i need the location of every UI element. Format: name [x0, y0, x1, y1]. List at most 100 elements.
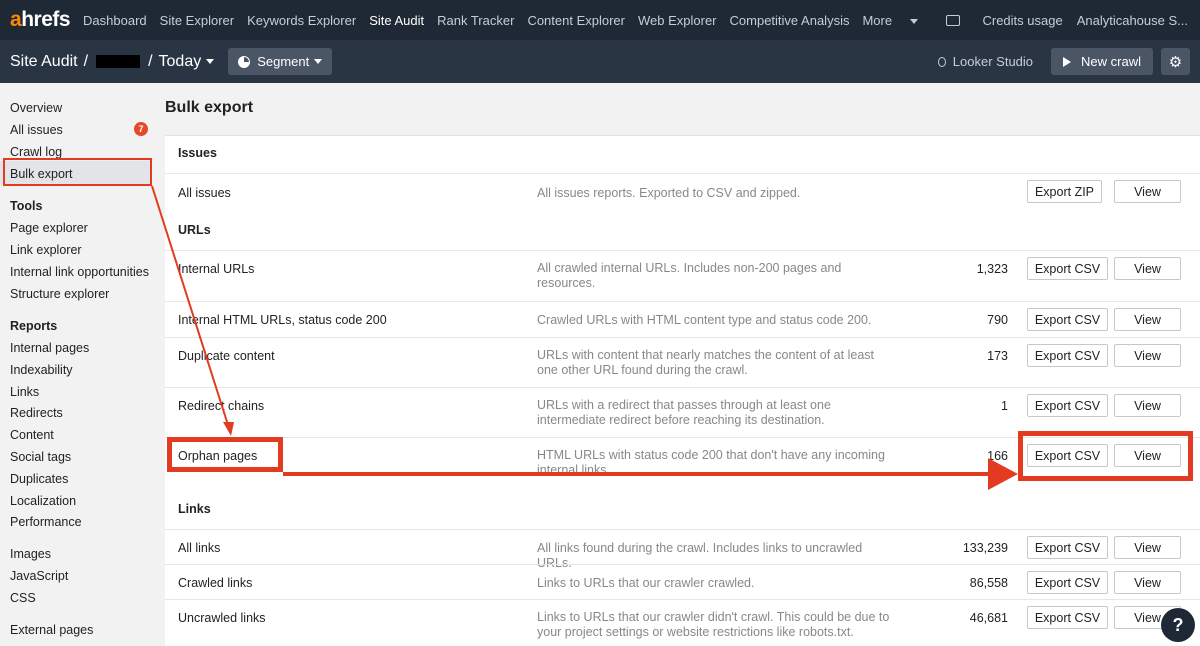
nav-rank-tracker[interactable]: Rank Tracker — [437, 13, 514, 28]
nav-more-label: More — [862, 12, 893, 28]
looker-studio-link[interactable]: Looker Studio — [937, 54, 1034, 69]
sidebar-item-internal-pages[interactable]: Internal pages — [10, 341, 89, 355]
nav-right: Credits usage Analyticahouse S... — [946, 0, 1188, 40]
row-description: All issues reports. Exported to CSV and … — [537, 186, 801, 200]
sidebar-item-social-tags[interactable]: Social tags — [10, 450, 71, 464]
sidebar-item-structure-explorer[interactable]: Structure explorer — [10, 287, 109, 301]
sidebar-item-page-explorer[interactable]: Page explorer — [10, 221, 88, 235]
date-label: Today — [158, 52, 202, 70]
export-csv-button[interactable]: Export CSV — [1027, 257, 1108, 280]
gear-icon[interactable]: ⚙ — [1161, 48, 1190, 75]
export-csv-button[interactable]: Export CSV — [1027, 571, 1108, 594]
table-row: Uncrawled links Links to URLs that our c… — [165, 599, 1200, 646]
segment-button[interactable]: Segment — [228, 48, 333, 75]
date-selector[interactable]: Today — [159, 53, 215, 71]
segment-label: Segment — [257, 54, 310, 69]
view-button[interactable]: View — [1114, 180, 1181, 203]
sidebar-item-overview[interactable]: Overview — [10, 101, 62, 115]
row-description: All crawled internal URLs. Includes non-… — [537, 261, 842, 290]
play-icon — [1063, 56, 1072, 67]
nav-site-audit[interactable]: Site Audit — [369, 13, 424, 28]
table-row: Crawled links Links to URLs that our cra… — [165, 564, 1200, 599]
redacted-project-name[interactable] — [96, 55, 141, 68]
section-title-issues: Issues — [178, 146, 217, 160]
row-name: Internal HTML URLs, status code 200 — [178, 313, 387, 327]
nav-dashboard[interactable]: Dashboard — [83, 13, 147, 28]
credits-usage-link[interactable]: Credits usage — [982, 13, 1062, 28]
sidebar-item-images[interactable]: Images — [10, 547, 51, 561]
sidebar-item-content[interactable]: Content — [10, 428, 54, 442]
new-crawl-button[interactable]: New crawl — [1051, 48, 1153, 75]
row-count: 1 — [1001, 399, 1008, 413]
view-button[interactable]: View — [1114, 394, 1181, 417]
view-button[interactable]: View — [1114, 308, 1181, 331]
export-csv-button[interactable]: Export CSV — [1027, 606, 1108, 629]
row-description: Links to URLs that our crawler crawled. — [537, 576, 755, 590]
sidebar-item-internal-link-opportunities[interactable]: Internal link opportunities — [10, 265, 149, 279]
sidebar-item-css[interactable]: CSS — [10, 591, 36, 605]
row-count: 1,323 — [976, 262, 1008, 276]
ahrefs-logo[interactable]: a hrefs — [10, 8, 71, 32]
row-count: 166 — [987, 449, 1008, 463]
pie-icon — [238, 55, 251, 68]
breadcrumb-separator: / — [83, 52, 89, 70]
sidebar-item-crawl-log[interactable]: Crawl log — [10, 145, 62, 159]
sidebar-item-all-issues[interactable]: All issues — [10, 123, 63, 137]
row-name: Uncrawled links — [178, 611, 266, 625]
annotation-box-bulk-export — [3, 158, 152, 186]
sub-header: Site Audit / / Today Segment Looker Stud… — [0, 40, 1200, 83]
nav-content-explorer[interactable]: Content Explorer — [527, 13, 625, 28]
nav-more[interactable]: More — [862, 12, 919, 28]
export-csv-button[interactable]: Export CSV — [1027, 344, 1108, 367]
view-button[interactable]: View — [1114, 536, 1181, 559]
account-menu[interactable]: Analyticahouse S... — [1077, 13, 1188, 28]
sidebar-item-links[interactable]: Links — [10, 385, 39, 399]
sidebar-item-link-explorer[interactable]: Link explorer — [10, 243, 82, 257]
export-csv-button[interactable]: Export CSV — [1027, 394, 1108, 417]
row-count: 46,681 — [969, 611, 1008, 625]
row-name: Redirect chains — [178, 399, 265, 413]
screen-icon[interactable] — [946, 14, 961, 26]
sidebar-item-localization[interactable]: Localization — [10, 494, 76, 508]
row-count: 133,239 — [962, 541, 1008, 555]
view-button[interactable]: View — [1114, 571, 1181, 594]
section-title-urls: URLs — [178, 223, 211, 237]
main-nav: Dashboard Site Explorer Keywords Explore… — [83, 13, 931, 28]
sidebar-item-indexability[interactable]: Indexability — [10, 363, 73, 377]
row-description: URLs with content that nearly matches th… — [537, 348, 874, 377]
export-csv-button[interactable]: Export CSV — [1027, 536, 1108, 559]
help-icon[interactable]: ? — [1161, 608, 1195, 642]
page-title: Bulk export — [165, 99, 254, 116]
row-name: Crawled links — [178, 576, 253, 590]
nav-site-explorer[interactable]: Site Explorer — [160, 13, 234, 28]
table-row: Duplicate content URLs with content that… — [165, 337, 1200, 387]
breadcrumb-tool[interactable]: Site Audit — [10, 53, 78, 71]
row-count: 173 — [987, 349, 1008, 363]
nav-keywords-explorer[interactable]: Keywords Explorer — [247, 13, 356, 28]
sidebar-item-javascript[interactable]: JavaScript — [10, 569, 68, 583]
new-crawl-label: New crawl — [1081, 54, 1141, 69]
export-zip-button[interactable]: Export ZIP — [1027, 180, 1102, 203]
view-button[interactable]: View — [1114, 344, 1181, 367]
sidebar-item-external-pages[interactable]: External pages — [10, 623, 93, 637]
table-row: All issues All issues reports. Exported … — [165, 173, 1200, 212]
sidebar-item-duplicates[interactable]: Duplicates — [10, 472, 68, 486]
breadcrumb: Site Audit / / Today — [10, 52, 215, 71]
annotation-box-orphan-pages — [167, 437, 283, 472]
chevron-down-icon — [314, 59, 323, 64]
nav-competitive-analysis[interactable]: Competitive Analysis — [730, 13, 850, 28]
view-button[interactable]: View — [1114, 257, 1181, 280]
table-row: Internal URLs All crawled internal URLs.… — [165, 250, 1200, 301]
nav-web-explorer[interactable]: Web Explorer — [638, 13, 717, 28]
looker-label: Looker Studio — [952, 54, 1034, 69]
bulk-export-panel: Issues All issues All issues reports. Ex… — [165, 135, 1200, 646]
sidebar-heading-tools: Tools — [10, 199, 43, 213]
row-count: 86,558 — [969, 576, 1008, 590]
top-navbar: a hrefs Dashboard Site Explorer Keywords … — [0, 0, 1200, 40]
sidebar-item-redirects[interactable]: Redirects — [10, 406, 63, 420]
sidebar-item-performance[interactable]: Performance — [10, 515, 82, 529]
chevron-down-icon — [206, 58, 215, 64]
sidebar-heading-reports: Reports — [10, 319, 58, 333]
section-title-links: Links — [178, 502, 211, 516]
export-csv-button[interactable]: Export CSV — [1027, 308, 1108, 331]
